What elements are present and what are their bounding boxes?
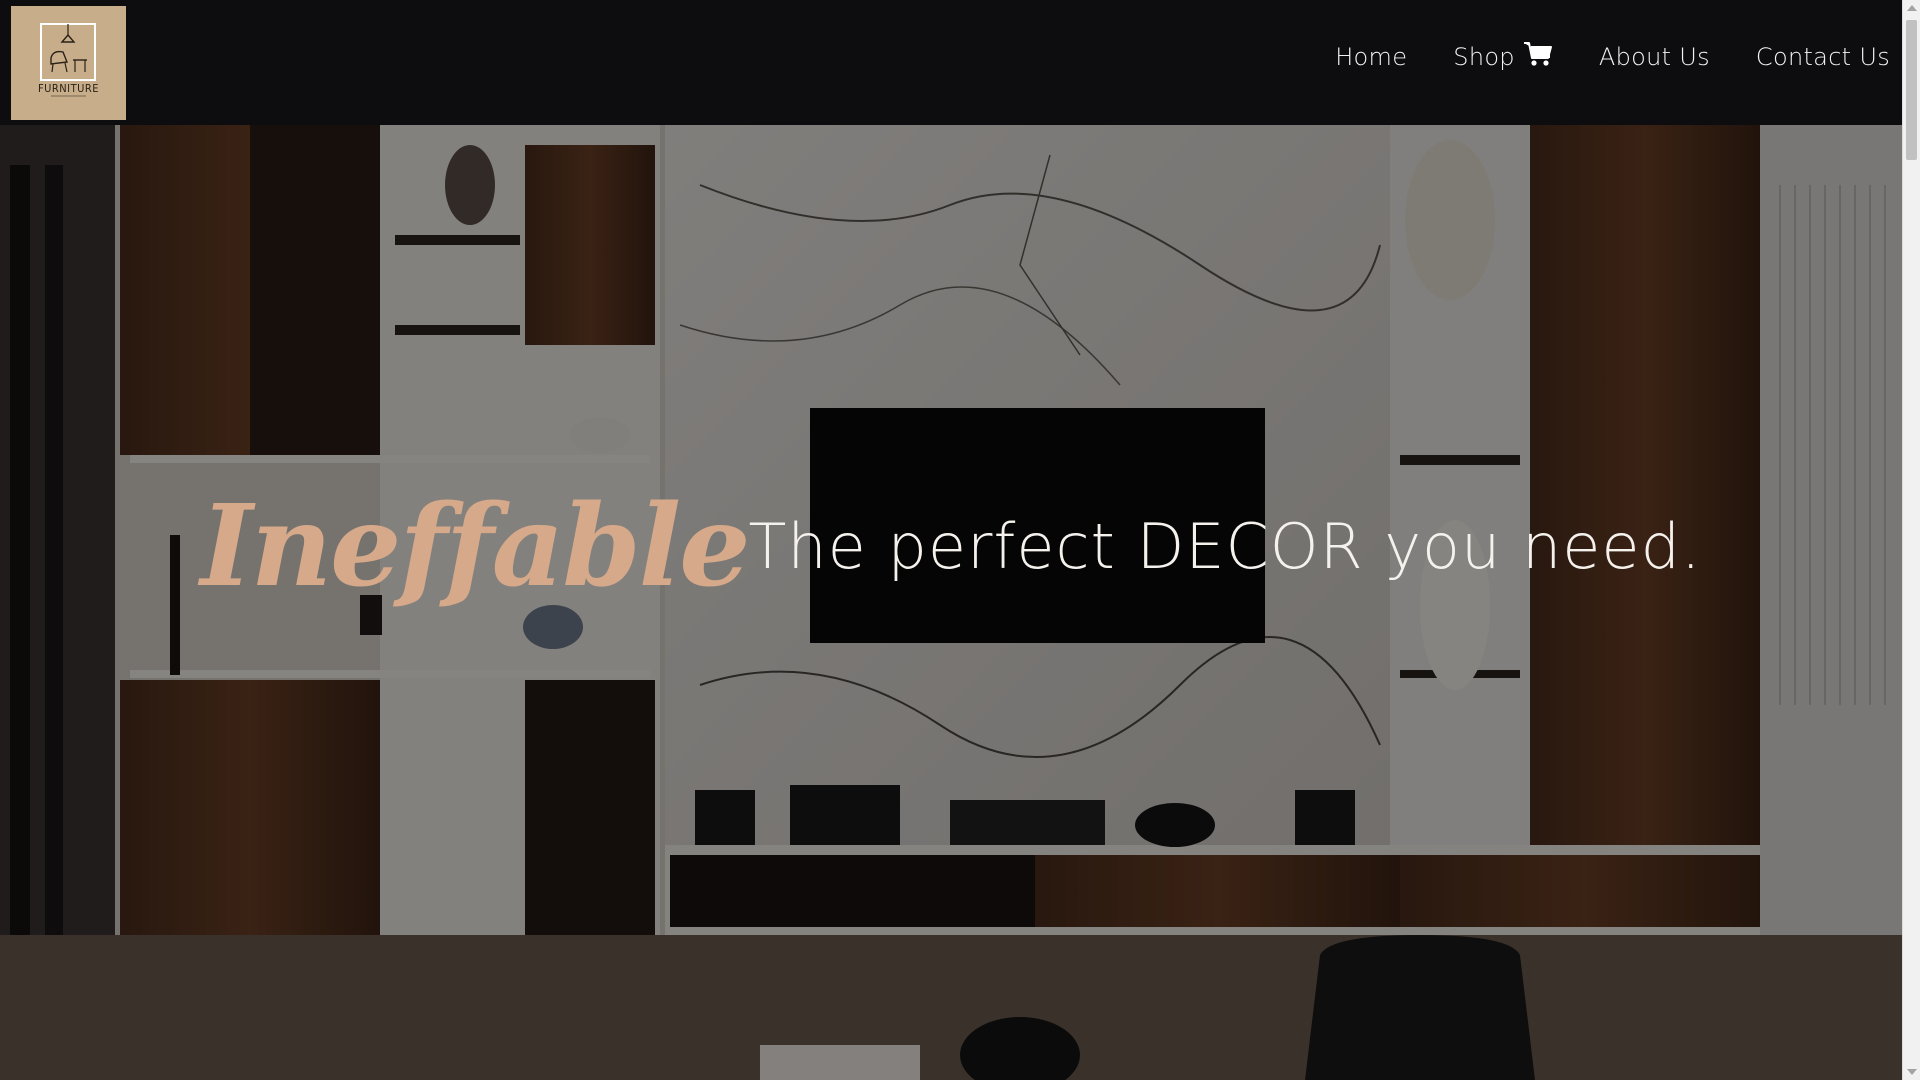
scroll-up-arrow-icon[interactable] [1907,5,1917,11]
main-nav: Home Shop About Us Contact Us [1289,40,1890,74]
scrollbar-thumb[interactable] [1906,20,1917,160]
nav-link-label: Contact Us [1755,43,1890,71]
hero-section: IneffableThe perfect DECOR you need. [0,125,1902,1080]
nav-link-label: About Us [1598,43,1710,71]
top-navbar: FURNITURE Home Shop About Us Contact Us [0,0,1902,125]
brand-logo[interactable]: FURNITURE [11,6,126,120]
hero-tagline: The perfect DECOR you need. [748,510,1702,584]
nav-link-contact-us[interactable]: Contact Us [1756,43,1890,71]
hero-heading: IneffableThe perfect DECOR you need. [0,481,1902,612]
nav-link-about-us[interactable]: About Us [1599,43,1710,71]
nav-link-label: Home [1335,43,1408,71]
cart-icon [1523,40,1553,74]
nav-link-shop[interactable]: Shop [1453,40,1553,74]
hero-brand-script: Ineffable [200,481,750,613]
furniture-logo-icon [40,23,96,97]
nav-link-label: Shop [1453,43,1515,71]
page: FURNITURE Home Shop About Us Contact Us … [0,0,1920,1080]
scroll-down-arrow-icon[interactable] [1907,1069,1917,1075]
nav-link-home[interactable]: Home [1335,43,1407,71]
vertical-scrollbar[interactable] [1902,0,1920,1080]
logo-text: FURNITURE [37,82,100,95]
